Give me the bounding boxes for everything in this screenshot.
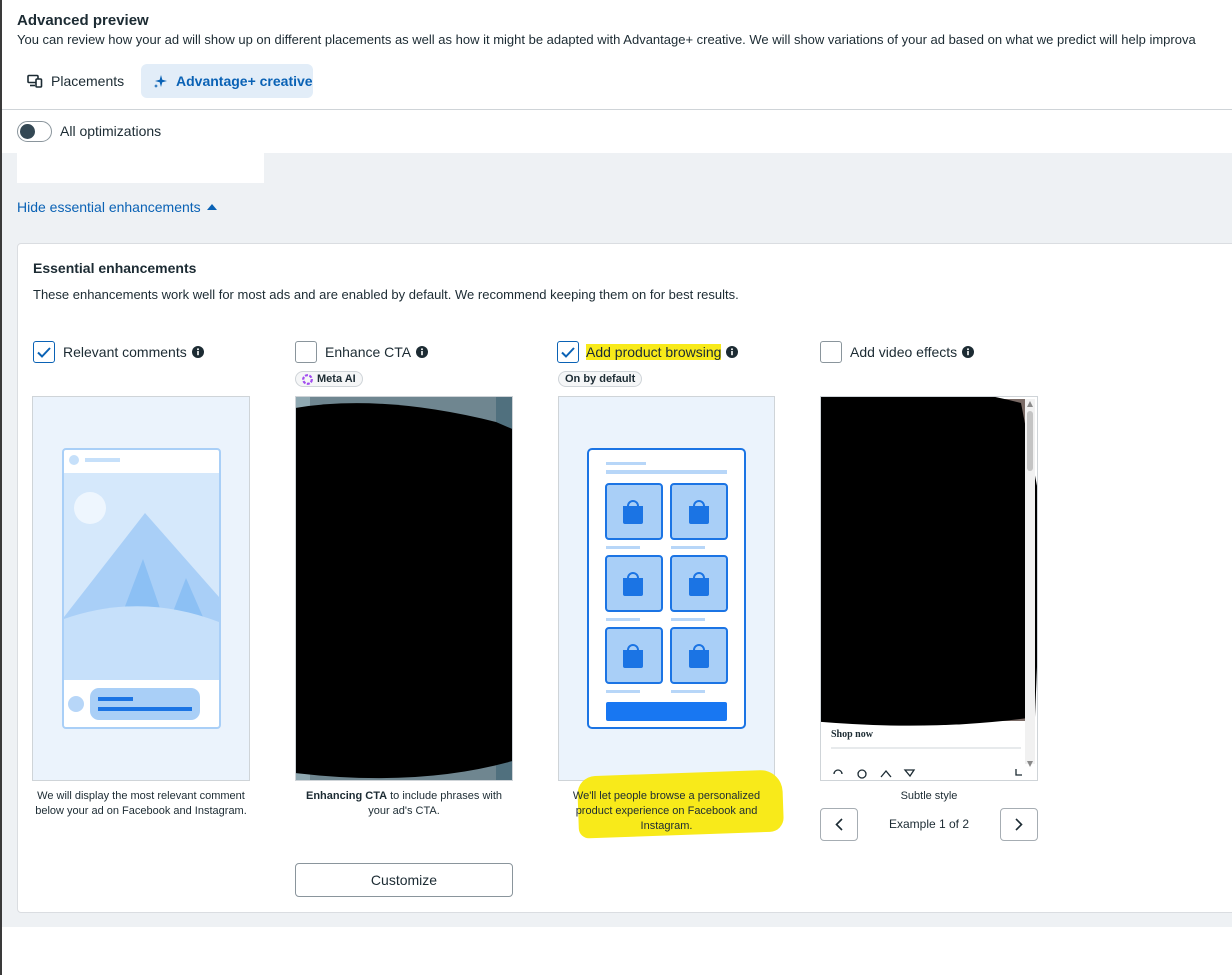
enhance-cta-caption-rest: to include phrases with your ad's CTA. (368, 790, 503, 817)
meta-ai-icon (302, 373, 313, 385)
caret-up-icon (206, 204, 217, 210)
enhance-cta-caption-bold: Enhancing CTA (305, 790, 388, 802)
video-effects-style-caption: Subtle style (900, 790, 958, 802)
hide-essential-enhancements-link[interactable]: Hide essential enhancements (17, 199, 217, 215)
enhance-cta-checkbox[interactable] (295, 341, 317, 363)
product-grid-illustration (587, 448, 746, 729)
hide-link-label: Hide essential enhancements (17, 199, 201, 215)
checkmark-icon (37, 346, 51, 358)
info-icon[interactable] (726, 346, 739, 358)
tab-advantage-label: Advantage+ creative (176, 73, 313, 89)
all-optimizations-toggle[interactable] (17, 121, 52, 142)
add-video-effects-preview (806, 385, 1043, 781)
add-video-effects-text: Add video effects (850, 344, 958, 360)
add-video-effects-label: Add video effects (850, 344, 975, 360)
page-title: Advanced preview (17, 12, 149, 29)
add-product-browsing-checkbox[interactable] (557, 341, 579, 363)
tab-placements-label: Placements (51, 73, 125, 89)
customize-button[interactable]: Customize (295, 863, 513, 897)
info-icon[interactable] (962, 346, 975, 358)
sparkle-icon (154, 74, 167, 88)
relevant-comments-text: Relevant comments (63, 344, 187, 360)
meta-ai-badge: Meta AI (295, 371, 363, 387)
essential-description: These enhancements work well for most ad… (33, 287, 739, 302)
placements-icon (27, 74, 43, 88)
meta-ai-text: Meta AI (317, 373, 356, 385)
enhance-cta-caption: Enhancing CTA to include phrases with yo… (295, 789, 513, 819)
all-optimizations-label: All optimizations (60, 123, 162, 139)
essential-title: Essential enhancements (33, 260, 197, 276)
info-icon[interactable] (191, 346, 204, 358)
tab-placements[interactable]: Placements (16, 64, 138, 98)
checkmark-icon (561, 346, 575, 358)
chevron-right-icon (1015, 818, 1023, 831)
redacted-preview-image (256, 397, 531, 780)
add-product-browsing-preview (558, 396, 775, 781)
collapsed-card-remnant (17, 153, 264, 183)
toggle-knob (20, 124, 35, 139)
page-subtitle: You can review how your ad will show up … (17, 32, 1196, 47)
previous-example-button[interactable] (820, 808, 858, 841)
redacted-video-preview (806, 385, 1043, 780)
tab-advantage-creative[interactable]: Advantage+ creative (141, 64, 313, 98)
info-icon[interactable] (416, 346, 429, 358)
add-product-browsing-label: Add product browsing (586, 344, 739, 360)
relevant-comments-label: Relevant comments (63, 344, 204, 360)
on-by-default-badge: On by default (558, 371, 643, 387)
example-pager-text: Example 1 of 2 (888, 817, 970, 831)
enhance-cta-label: Enhance CTA (325, 344, 429, 360)
divider (2, 109, 1232, 110)
feed-post-illustration (62, 448, 221, 729)
add-product-browsing-caption: We'll let people browse a personalized p… (572, 790, 761, 832)
chevron-left-icon (835, 818, 843, 831)
shop-now-cta: Shop now (831, 729, 873, 740)
enhance-cta-preview (256, 396, 531, 781)
next-example-button[interactable] (1000, 808, 1038, 841)
relevant-comments-checkbox[interactable] (33, 341, 55, 363)
add-product-browsing-text: Add product browsing (586, 344, 722, 360)
add-video-effects-checkbox[interactable] (820, 341, 842, 363)
relevant-comments-preview (32, 396, 250, 781)
enhance-cta-text: Enhance CTA (325, 344, 412, 360)
relevant-comments-caption: We will display the most relevant commen… (35, 790, 247, 817)
